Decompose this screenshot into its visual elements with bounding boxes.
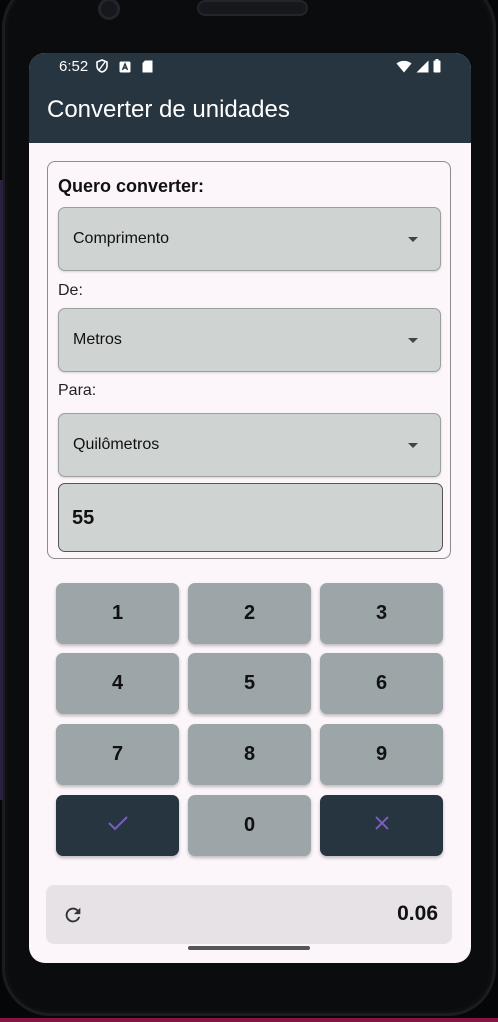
key-7[interactable]: 7 bbox=[56, 724, 179, 785]
from-unit-value: Metros bbox=[73, 331, 122, 348]
status-right-icons bbox=[396, 59, 441, 78]
sd-card-icon bbox=[142, 60, 153, 78]
close-icon bbox=[374, 814, 390, 837]
from-label: De: bbox=[58, 282, 83, 299]
wifi-icon bbox=[396, 60, 412, 78]
key-6[interactable]: 6 bbox=[320, 653, 443, 714]
app-bar: Converter de unidades bbox=[29, 81, 471, 143]
converter-card: Quero converter: Comprimento De: Metros … bbox=[47, 161, 451, 559]
key-9[interactable]: 9 bbox=[320, 724, 443, 785]
signal-icon bbox=[416, 60, 429, 78]
battery-icon bbox=[433, 59, 441, 78]
refresh-icon[interactable] bbox=[62, 904, 84, 926]
category-dropdown[interactable]: Comprimento bbox=[58, 207, 441, 271]
check-icon bbox=[107, 814, 129, 837]
card-heading: Quero converter: bbox=[58, 176, 205, 196]
status-time: 6:52 bbox=[59, 58, 89, 75]
from-unit-dropdown[interactable]: Metros bbox=[58, 308, 441, 372]
key-8[interactable]: 8 bbox=[188, 724, 311, 785]
page-title: Converter de unidades bbox=[47, 96, 290, 123]
status-left-icons bbox=[96, 59, 153, 78]
bottom-edge-strip bbox=[0, 1018, 498, 1022]
chevron-down-icon bbox=[408, 237, 418, 242]
a-notification-icon bbox=[119, 60, 131, 78]
earpiece-speaker bbox=[199, 2, 306, 14]
value-input[interactable]: 55 bbox=[58, 483, 443, 552]
input-value: 55 bbox=[72, 507, 95, 529]
key-0[interactable]: 0 bbox=[188, 795, 311, 856]
status-bar: 6:52 bbox=[29, 53, 471, 81]
result-value: 0.06 bbox=[397, 902, 438, 925]
vpn-shield-icon bbox=[96, 59, 108, 78]
clear-button[interactable] bbox=[320, 795, 443, 856]
gesture-nav-handle[interactable] bbox=[188, 946, 310, 950]
to-label: Para: bbox=[58, 382, 97, 399]
confirm-button[interactable] bbox=[56, 795, 179, 856]
key-3[interactable]: 3 bbox=[320, 583, 443, 644]
result-bar: 0.06 bbox=[46, 885, 452, 944]
key-1[interactable]: 1 bbox=[56, 583, 179, 644]
key-5[interactable]: 5 bbox=[188, 653, 311, 714]
app-screen: 6:52 Converter de unidades Quero convert… bbox=[29, 53, 471, 963]
left-edge-strip bbox=[0, 180, 3, 800]
category-value: Comprimento bbox=[73, 230, 170, 247]
chevron-down-icon bbox=[408, 443, 418, 448]
front-camera bbox=[101, 1, 117, 17]
key-2[interactable]: 2 bbox=[188, 583, 311, 644]
to-unit-dropdown[interactable]: Quilômetros bbox=[58, 413, 441, 477]
chevron-down-icon bbox=[408, 338, 418, 343]
to-unit-value: Quilômetros bbox=[73, 436, 160, 453]
key-4[interactable]: 4 bbox=[56, 653, 179, 714]
